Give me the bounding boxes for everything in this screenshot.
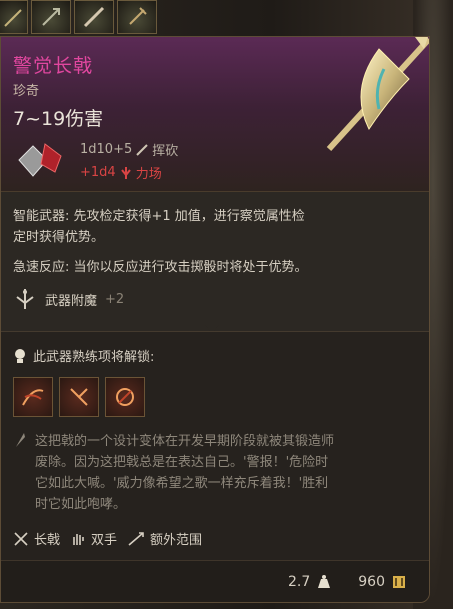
slashing-icon <box>136 143 148 156</box>
equipment-slots <box>0 0 157 34</box>
enchant-icon <box>16 289 34 309</box>
property-line: 智能武器: 先攻检定获得+1 加值，进行察觉属性检 <box>13 209 305 224</box>
lore-line: 时它如此咆哮。 <box>35 497 127 512</box>
enchantment-row: 武器附魔 +2 <box>13 287 417 311</box>
bonus-type: 力场 <box>135 167 162 182</box>
proficiency-section: 此武器熟练项将解锁: 这把戟的一个设计变体在开发早期阶段就被其锻造师 废除。因为… <box>1 332 429 562</box>
weapon-icon <box>42 8 60 26</box>
equipment-slot[interactable] <box>31 0 71 34</box>
proficiency-header-row: 此武器熟练项将解锁: <box>13 346 417 365</box>
enchant-label: 武器附魔 <box>45 293 98 309</box>
proficiency-actions <box>13 377 417 417</box>
flourish-icon <box>116 388 134 406</box>
weapon-icon <box>129 7 147 25</box>
hand-icon <box>73 533 84 545</box>
weapon-icon <box>3 9 22 27</box>
damage-range: 7~19伤害 <box>13 108 104 130</box>
lore-line: 废除。因为这把戟总是在表达自己。'警报！'危险时 <box>35 455 329 470</box>
lore-line: 它如此大喊。'威力像希望之歌一样充斥着我！'胜利 <box>35 476 329 491</box>
force-icon <box>120 166 131 179</box>
halberd-art-icon <box>326 37 429 152</box>
quill-icon <box>16 433 25 447</box>
tag-handed: 双手 <box>70 529 117 548</box>
properties-section: 智能武器: 先攻检定获得+1 加值，进行察觉属性检 定时获得优势。 急速反应: … <box>1 192 429 333</box>
item-title: 警觉长戟 <box>13 55 94 77</box>
lore-block: 这把戟的一个设计变体在开发早期阶段就被其锻造师 废除。因为这把戟总是在表达自己。… <box>13 431 417 515</box>
tag-weapon-type: 长戟 <box>13 529 60 548</box>
tag-label: 长戟 <box>34 533 61 548</box>
item-rarity: 珍奇 <box>13 84 40 99</box>
weapon-tags: 长戟 双手 额外范围 <box>13 529 417 548</box>
tag-label: 双手 <box>91 533 118 548</box>
bonus-damage: +1d4 <box>80 165 116 180</box>
crossed-halberd-icon <box>14 531 28 546</box>
damage-type: 挥砍 <box>152 144 179 159</box>
tag-reach: 额外范围 <box>127 529 202 548</box>
slash-action-icon <box>22 389 44 406</box>
item-tooltip: 警觉长戟 珍奇 7~19伤害 1d10+5 挥砍 +1d4 力场 智能武器: 先… <box>0 36 430 603</box>
lore-text: 这把戟的一个设计变体在开发早期阶段就被其锻造师 废除。因为这把戟总是在表达自己。… <box>35 431 405 515</box>
equipment-slot[interactable] <box>0 0 28 34</box>
action-icon[interactable] <box>105 377 145 417</box>
tooltip-footer: 2.7 960 <box>1 560 429 602</box>
dice-icon <box>18 143 62 177</box>
proficiency-header: 此武器熟练项将解锁: <box>33 350 155 365</box>
base-damage: 1d10+5 <box>80 142 133 157</box>
property-line: 急速反应: 当你以反应进行攻击掷骰时将处于优势。 <box>13 260 308 275</box>
action-icon[interactable] <box>13 377 53 417</box>
weapon-icon <box>83 6 105 28</box>
gold-value: 960 <box>358 573 385 590</box>
bulb-icon <box>15 348 25 363</box>
weight-value: 2.7 <box>288 573 311 590</box>
equipment-slot[interactable] <box>74 0 114 34</box>
property-line: 定时获得优势。 <box>13 230 105 245</box>
weight-icon <box>318 574 331 588</box>
tooltip-header: 警觉长戟 珍奇 7~19伤害 1d10+5 挥砍 +1d4 力场 <box>1 37 429 192</box>
base-damage-row: 1d10+5 挥砍 <box>80 140 178 159</box>
lore-line: 这把戟的一个设计变体在开发早期阶段就被其锻造师 <box>35 434 335 449</box>
pommel-strike-icon <box>70 388 88 406</box>
gold-icon <box>393 575 405 588</box>
action-icon[interactable] <box>59 377 99 417</box>
tag-label: 额外范围 <box>150 533 203 548</box>
enchant-value: +2 <box>105 291 125 307</box>
reach-icon <box>128 531 144 546</box>
bonus-damage-row: +1d4 力场 <box>80 163 162 182</box>
equipment-slot[interactable] <box>117 0 157 34</box>
